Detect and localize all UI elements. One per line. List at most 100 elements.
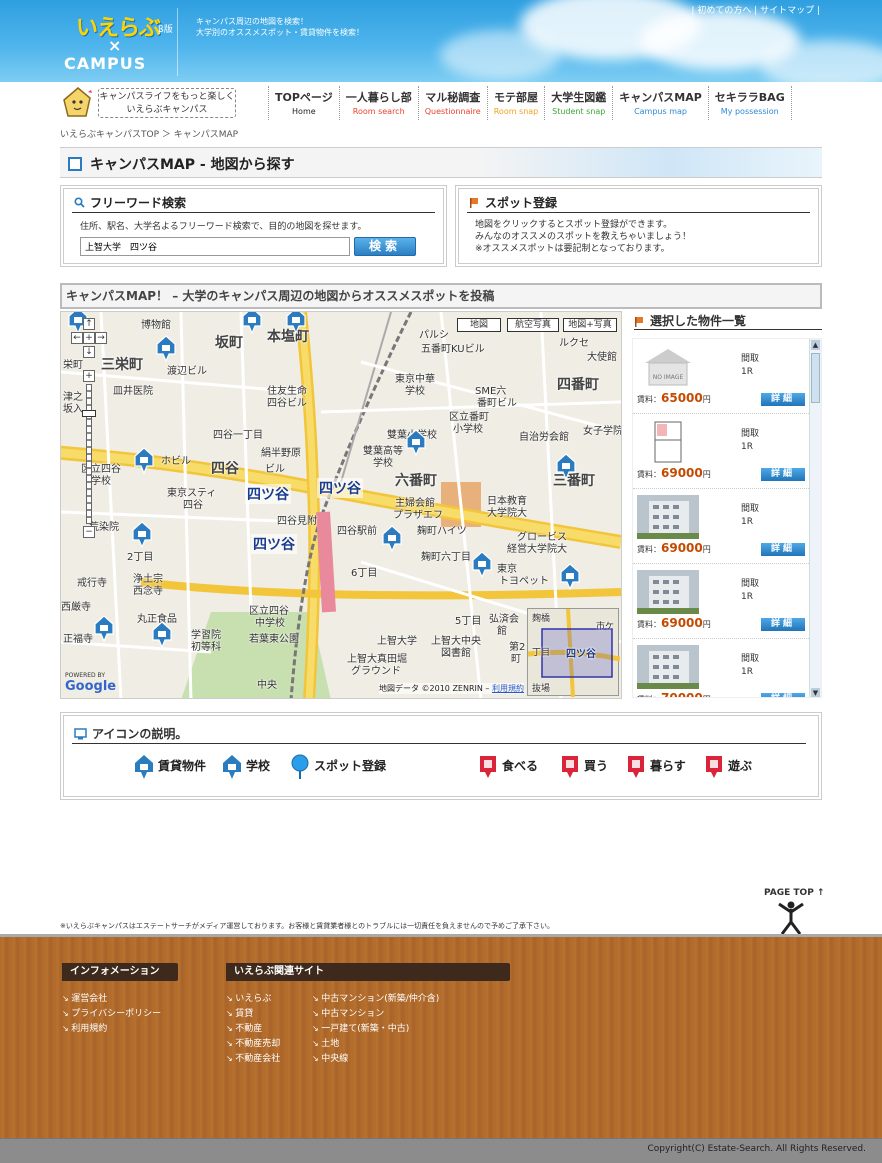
title-square-icon xyxy=(68,157,82,171)
nav-item-4[interactable]: 大学生図鑑 Student snap xyxy=(544,86,612,120)
rent-yen: 円 xyxy=(702,395,711,404)
legend-label: 暮らす xyxy=(650,759,686,773)
footer-link[interactable]: いえらぶ xyxy=(226,991,271,1004)
pan-down-button[interactable]: ↓ xyxy=(83,346,95,358)
zoom-out-button[interactable]: − xyxy=(83,526,95,538)
map-place-label: 番町ビル xyxy=(477,398,517,409)
map-overview[interactable]: 麹橋 丁目 四ツ谷 市ケ 抜場 xyxy=(527,608,620,697)
pan-left-button[interactable]: ← xyxy=(71,332,83,344)
footer-link[interactable]: 利用規約 xyxy=(62,1021,107,1034)
property-list-item[interactable]: NO IMAGE 間取 1R 賃料：65000円 詳細 xyxy=(633,339,809,414)
property-list[interactable]: ▲ ▼ NO IMAGE 間取 1R 賃料：65000円 詳細 間取 1R 賃料：69000円… xyxy=(632,338,822,698)
pan-center-button[interactable]: + xyxy=(83,332,95,344)
property-rooms: 間取 1R xyxy=(741,653,759,679)
link-sitemap[interactable]: サイトマップ | xyxy=(760,6,820,16)
legend-label: 賃貸物件 xyxy=(158,759,207,773)
selected-properties-title: 選択した物件一覧 xyxy=(634,312,822,330)
scroll-down-arrow[interactable]: ▼ xyxy=(811,688,820,697)
nav-item-5[interactable]: キャンパスMAP Campus map xyxy=(612,86,708,120)
rooms-value: 1R xyxy=(741,517,753,527)
map-type-hybrid-button[interactable]: 地図+写真 xyxy=(563,318,617,332)
rent-value: 65000 xyxy=(661,391,703,405)
rooms-label: 間取 xyxy=(741,654,760,664)
footer-link[interactable]: 中古マンション(新築/仲介含) xyxy=(312,991,439,1004)
site-logo[interactable]: いえらぶ β版 × CAMPUS xyxy=(60,8,178,76)
nav-item-1[interactable]: 一人暮らし部 Room search xyxy=(338,86,418,120)
property-list-item[interactable]: 間取 1R 賃料：69000円 詳細 xyxy=(633,564,809,639)
breadcrumb[interactable]: いえらぶキャンパスTOP ＞ キャンパスMAP xyxy=(60,127,238,140)
footer-link[interactable]: プライバシーポリシー xyxy=(62,1006,161,1019)
scroll-up-arrow[interactable]: ▲ xyxy=(811,340,820,350)
property-detail-button[interactable]: 詳細 xyxy=(761,393,805,406)
nav-item-3[interactable]: モテ部屋 Room snap xyxy=(486,86,545,120)
nav-item-2[interactable]: マル秘調査 Questionnaire xyxy=(417,86,487,120)
footer-link[interactable]: 土地 xyxy=(312,1036,339,1049)
footer-link[interactable]: 中央線 xyxy=(312,1051,348,1064)
zoom-slider-track[interactable] xyxy=(86,384,92,524)
rent-value: 69000 xyxy=(661,541,703,555)
rental-property-pin-icon[interactable] xyxy=(151,620,173,648)
rooms-value: 1R xyxy=(741,592,753,602)
scroll-thumb[interactable] xyxy=(811,353,820,403)
free-word-search-input[interactable] xyxy=(80,237,350,256)
rental-property-pin-icon[interactable] xyxy=(555,452,577,480)
rental-property-pin-icon[interactable] xyxy=(559,562,581,590)
footer-link[interactable]: 中古マンション xyxy=(312,1006,384,1019)
page-top-link[interactable]: PAGE TOP ↑ xyxy=(764,888,824,935)
rental-property-pin-icon[interactable] xyxy=(381,524,403,552)
pan-right-button[interactable]: → xyxy=(95,332,107,344)
property-rent: 賃料：70000円 xyxy=(637,691,711,697)
search-button[interactable]: 検索 xyxy=(354,237,416,256)
map-place-label: 四ツ谷 xyxy=(245,484,291,504)
powered-by: POWERED BY xyxy=(65,672,106,679)
cloud-decoration xyxy=(440,30,560,80)
nav-speech-bubble: キャンパスライフをもっと楽しく いえらぶキャンパス xyxy=(98,88,236,118)
list-scrollbar[interactable]: ▲ ▼ xyxy=(809,339,821,697)
rental-property-pin-icon[interactable] xyxy=(133,446,155,474)
footer-link[interactable]: 運営会社 xyxy=(62,991,107,1004)
map-place-label: 初等科 xyxy=(191,642,221,653)
property-list-item[interactable]: 間取 1R 賃料：69000円 詳細 xyxy=(633,414,809,489)
property-detail-button[interactable]: 詳細 xyxy=(761,618,805,631)
nav-item-label: マル秘調査 xyxy=(425,91,481,104)
map-type-map-button[interactable]: 地図 xyxy=(457,318,501,332)
footer-link[interactable]: 不動産会社 xyxy=(226,1051,280,1064)
rental-property-pin-icon[interactable] xyxy=(93,614,115,642)
footer-link[interactable]: 一戸建て(新築・中古) xyxy=(312,1021,409,1034)
rental-property-pin-icon[interactable] xyxy=(131,520,153,548)
property-detail-button[interactable]: 詳細 xyxy=(761,543,805,556)
rental-property-pin-icon[interactable] xyxy=(285,312,307,334)
link-first-time[interactable]: | 初めての方へ | xyxy=(691,6,757,16)
pan-up-button[interactable]: ↑ xyxy=(83,318,95,330)
footer-link[interactable]: 不動産 xyxy=(226,1021,262,1034)
google-logo[interactable]: POWERED BY Google xyxy=(65,672,116,694)
map-place-label: ホビル xyxy=(161,456,191,467)
property-detail-button[interactable]: 詳細 xyxy=(761,693,805,697)
property-list-item[interactable]: 間取 1R 賃料：69000円 詳細 xyxy=(633,489,809,564)
campus-map[interactable]: 博物館 三栄町 坂町 本塩町 パルシ 五番町KUビル ルクセ 大使館 渡辺ビル 皿井医院 東京中華学… xyxy=(60,311,622,699)
property-list-item[interactable]: 間取 1R 賃料：70000円 詳細 xyxy=(633,639,809,697)
map-terms-link[interactable]: 利用規約 xyxy=(492,684,524,693)
map-place-label: ビル xyxy=(265,464,285,475)
map-place-label: 五番町KUビル xyxy=(421,344,485,355)
map-type-aerial-button[interactable]: 航空写真 xyxy=(507,318,559,332)
rental-property-pin-icon[interactable] xyxy=(471,550,493,578)
nav-item-label: 大学生図鑑 xyxy=(551,91,607,104)
overview-label: 麹橋 xyxy=(532,614,551,624)
nav-item-0[interactable]: TOPページ Home xyxy=(268,86,339,120)
page-title-bar: キャンパスMAP - 地図から探す xyxy=(60,147,822,178)
map-place-label: 小学校 xyxy=(453,424,483,435)
rental-property-pin-icon[interactable] xyxy=(155,334,177,362)
footer-link[interactable]: 賃貸 xyxy=(226,1006,253,1019)
rental-property-pin-icon[interactable] xyxy=(405,428,427,456)
nav-item-6[interactable]: セキララBAG My possession xyxy=(707,86,792,120)
map-place-label: 町 xyxy=(511,654,521,665)
zoom-in-button[interactable]: + xyxy=(83,370,95,382)
footer-link[interactable]: 不動産売却 xyxy=(226,1036,280,1049)
free-word-search-box: フリーワード検索 住所、駅名、大学名よるフリーワード検索で、目的の地図を探せます… xyxy=(60,185,447,267)
rent-yen: 円 xyxy=(702,545,711,554)
property-detail-button[interactable]: 詳細 xyxy=(761,468,805,481)
zoom-slider-handle[interactable] xyxy=(82,410,96,417)
property-rooms: 間取 1R xyxy=(741,578,759,604)
rental-property-pin-icon[interactable] xyxy=(241,312,263,334)
